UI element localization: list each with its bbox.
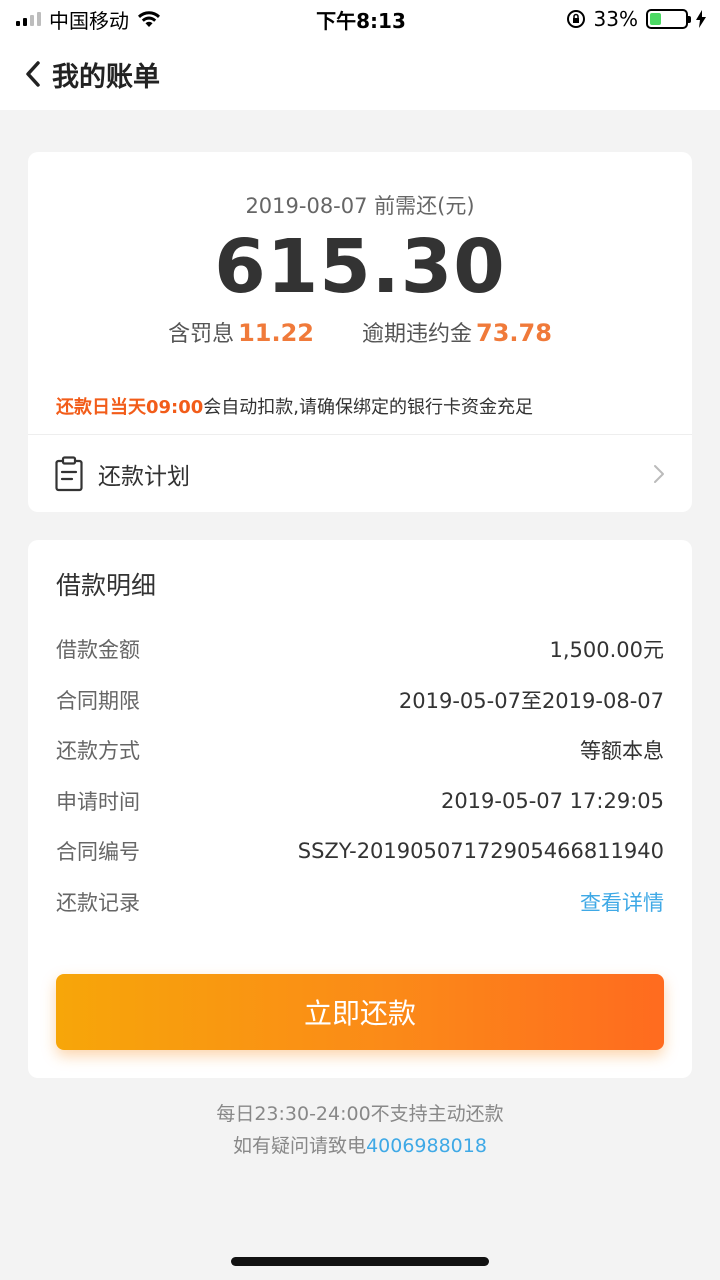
penalty-interest-label: 含罚息 (168, 322, 235, 347)
detail-label: 借款金额 (56, 638, 140, 663)
status-bar: 中国移动 下午8:13 33% (0, 0, 720, 38)
detail-value: 2019-05-07 17:29:05 (440, 788, 664, 813)
signal-icon (16, 12, 41, 26)
carrier-name: 中国移动 (49, 8, 129, 33)
detail-label: 申请时间 (56, 789, 140, 814)
detail-row-contract-term: 合同期限 2019-05-07至2019-08-07 (56, 675, 664, 726)
repay-now-button[interactable]: 立即还款 (56, 974, 664, 1050)
detail-value: SSZY-20190507172905466811940 (297, 839, 664, 864)
nav-bar: 我的账单 (0, 38, 720, 110)
detail-label: 还款记录 (56, 890, 140, 915)
wifi-icon (138, 11, 160, 27)
notice-text: 会自动扣款,请确保绑定的银行卡资金充足 (203, 397, 534, 418)
chevron-left-icon (26, 61, 40, 87)
overdue-fee: 逾期违约金 73.78 (362, 316, 552, 348)
loan-detail-list: 借款金额 1,500.00元 合同期限 2019-05-07至2019-08-0… (56, 624, 664, 927)
overdue-fee-label: 逾期违约金 (362, 322, 473, 347)
detail-value: 2019-05-07至2019-08-07 (398, 688, 664, 713)
orientation-lock-icon (566, 10, 585, 28)
home-indicator[interactable] (231, 1257, 489, 1266)
footer-info: 每日23:30-24:00不支持主动还款 如有疑问请致电4006988018 (0, 1098, 720, 1162)
penalty-interest-value: 11.22 (238, 319, 314, 347)
repayment-plan-row[interactable]: 还款计划 (28, 435, 692, 512)
chevron-right-icon (654, 464, 664, 483)
notice-highlight: 还款日当天09:00 (56, 397, 204, 418)
battery-icon (646, 9, 691, 29)
clipboard-icon (55, 455, 83, 491)
loan-detail-title: 借款明细 (56, 571, 157, 600)
detail-value: 1,500.00元 (549, 638, 664, 663)
detail-label: 合同编号 (56, 840, 140, 865)
detail-label: 还款方式 (56, 739, 140, 764)
status-right: 33% (446, 7, 706, 31)
detail-row-loan-amount: 借款金额 1,500.00元 (56, 624, 664, 675)
overdue-fee-value: 73.78 (476, 319, 552, 347)
detail-row-contract-number: 合同编号 SSZY-20190507172905466811940 (56, 826, 664, 877)
detail-label: 合同期限 (56, 688, 140, 713)
detail-row-repayment-record: 还款记录 查看详情 (56, 877, 664, 928)
page-title: 我的账单 (52, 61, 160, 93)
fee-breakdown: 含罚息 11.22 逾期违约金 73.78 (28, 316, 692, 348)
footer-contact-prefix: 如有疑问请致电 (233, 1135, 367, 1157)
footer-restriction-text: 每日23:30-24:00不支持主动还款 (216, 1103, 504, 1125)
due-date-label: 2019-08-07 前需还(元) (245, 194, 475, 218)
repayment-plan-label: 还款计划 (98, 463, 190, 490)
status-time: 下午8:13 (316, 8, 406, 33)
due-amount: 615.30 (214, 224, 506, 310)
detail-value: 等额本息 (580, 739, 664, 764)
status-left: 中国移动 (16, 5, 276, 34)
view-details-link[interactable]: 查看详情 (580, 887, 664, 917)
loan-detail-card: 借款明细 借款金额 1,500.00元 合同期限 2019-05-07至2019… (28, 540, 692, 1078)
battery-fill (650, 13, 662, 25)
auto-debit-notice: 还款日当天09:00会自动扣款,请确保绑定的银行卡资金充足 (56, 393, 533, 419)
detail-row-apply-time: 申请时间 2019-05-07 17:29:05 (56, 776, 664, 827)
charging-icon (696, 10, 706, 28)
penalty-interest: 含罚息 11.22 (168, 316, 314, 348)
battery-percent: 33% (593, 7, 638, 31)
bill-summary-card: 2019-08-07 前需还(元) 615.30 含罚息 11.22 逾期违约金 7… (28, 152, 692, 512)
hotline-link[interactable]: 4006988018 (366, 1135, 487, 1157)
back-button[interactable] (18, 54, 48, 94)
footer-contact: 如有疑问请致电4006988018 (0, 1130, 720, 1162)
detail-row-repayment-method: 还款方式 等额本息 (56, 725, 664, 776)
